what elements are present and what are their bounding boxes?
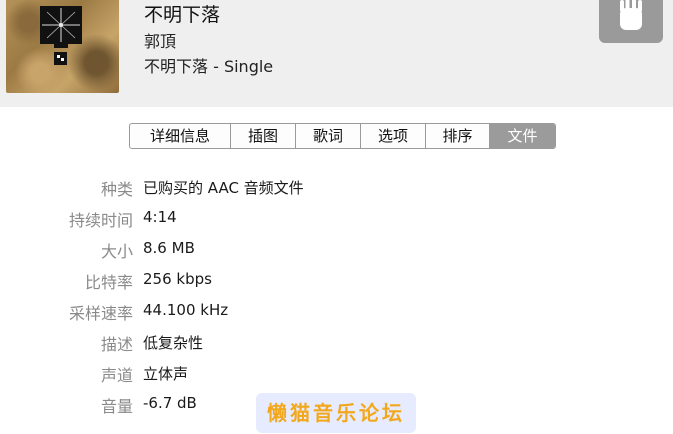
property-label: 种类 [100, 180, 133, 199]
song-title: 不明下落 [144, 4, 221, 26]
property-value: 4:14 [143, 208, 177, 226]
property-row-bitrate: 比特率 256 kbps [0, 269, 673, 295]
device-button[interactable] [599, 0, 663, 43]
property-label: 持续时间 [68, 211, 133, 230]
property-row-kind: 种类 已购买的 AAC 音频文件 [0, 176, 673, 202]
property-label: 音量 [100, 397, 133, 416]
device-icon [620, 0, 642, 30]
property-value: 44.100 kHz [143, 301, 229, 319]
tab-options[interactable]: 选项 [361, 124, 426, 148]
property-value: 立体声 [143, 365, 189, 383]
header-panel: 不明下落 郭頂 不明下落 - Single [0, 0, 673, 107]
tab-file[interactable]: 文件 [490, 124, 555, 148]
property-value: 256 kbps [143, 270, 212, 288]
property-row-sample-rate: 采样速率 44.100 kHz [0, 300, 673, 326]
tab-lyrics[interactable]: 歌词 [296, 124, 361, 148]
property-row-channels: 声道 立体声 [0, 362, 673, 388]
property-label: 比特率 [84, 273, 133, 292]
property-label: 采样速率 [68, 304, 133, 323]
property-value: 8.6 MB [143, 239, 195, 257]
tab-artwork[interactable]: 插图 [231, 124, 296, 148]
forum-watermark: 懒猫音乐论坛 [256, 393, 416, 433]
property-label: 大小 [100, 242, 133, 261]
album-name: 不明下落 - Single [144, 57, 274, 76]
artist-name: 郭頂 [144, 32, 177, 51]
property-value: 已购买的 AAC 音频文件 [143, 179, 304, 197]
property-row-profile: 描述 低复杂性 [0, 331, 673, 357]
property-row-size: 大小 8.6 MB [0, 238, 673, 264]
property-value: -6.7 dB [143, 394, 197, 412]
info-tab-bar: 详细信息 插图 歌词 选项 排序 文件 [129, 123, 556, 149]
property-label: 声道 [100, 366, 133, 385]
tab-details[interactable]: 详细信息 [130, 124, 231, 148]
property-value: 低复杂性 [143, 334, 204, 352]
property-row-duration: 持续时间 4:14 [0, 207, 673, 233]
property-label: 描述 [100, 335, 133, 354]
album-artwork[interactable] [6, 0, 119, 93]
tab-sorting[interactable]: 排序 [426, 124, 490, 148]
